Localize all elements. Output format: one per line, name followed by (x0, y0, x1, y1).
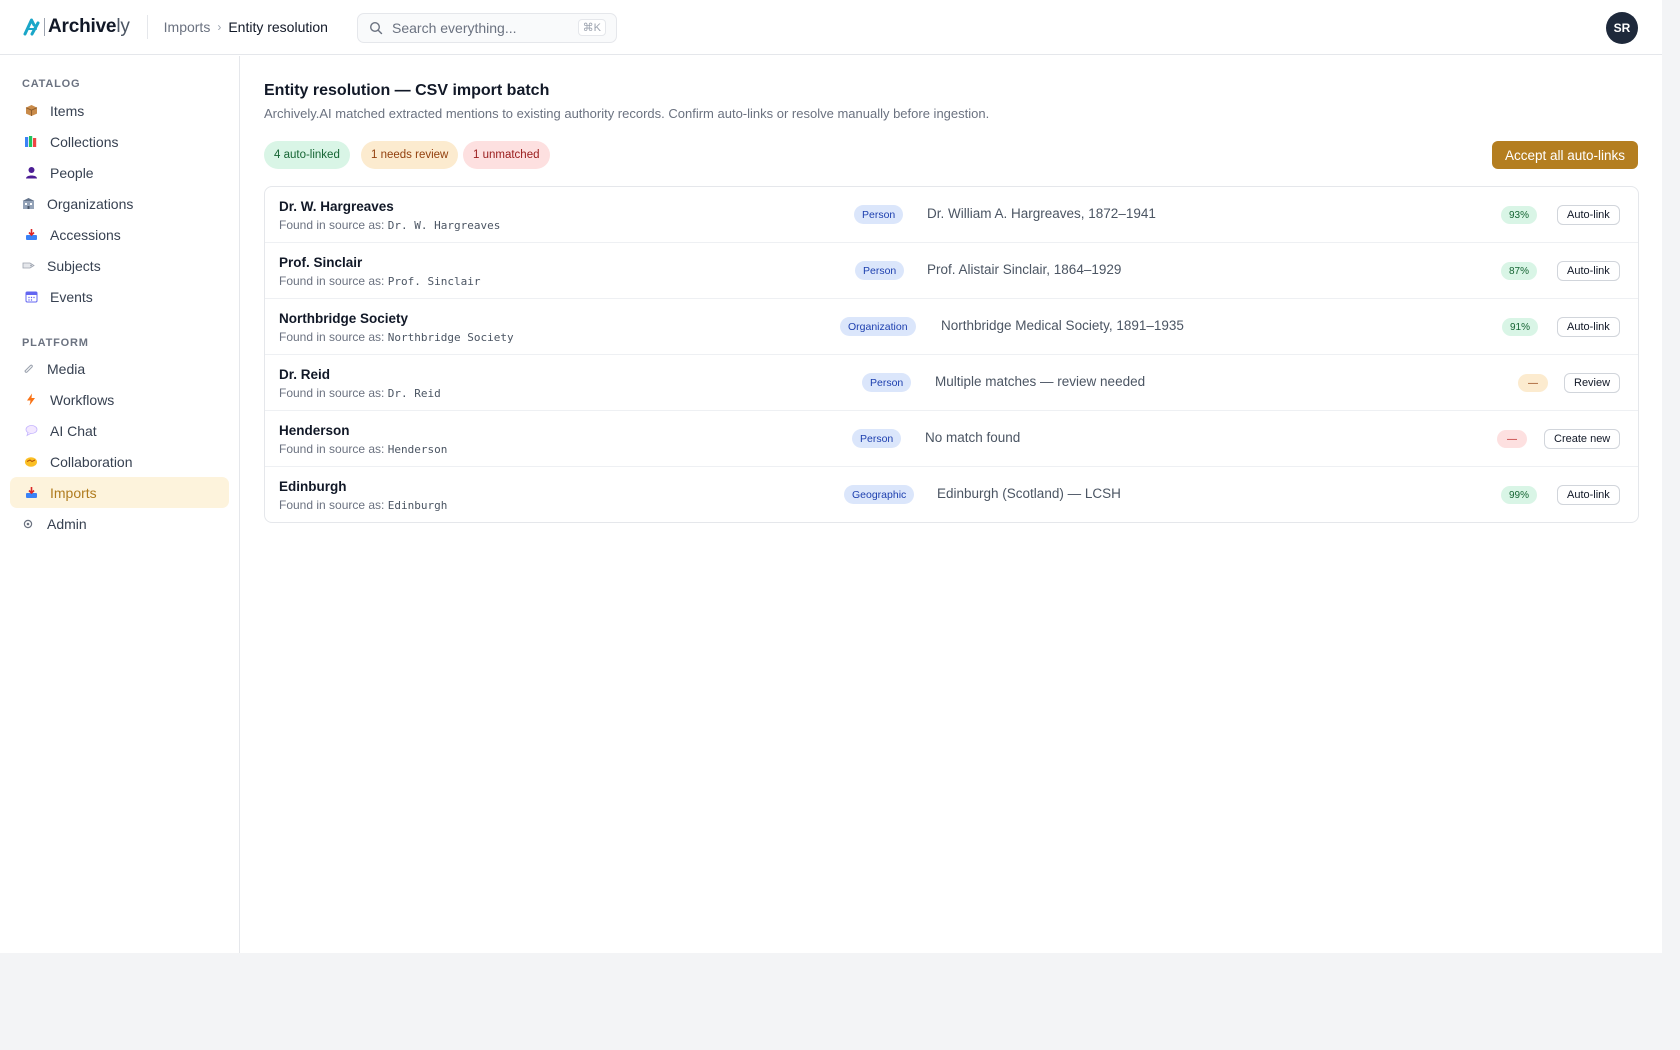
entity-source: Found in source as: Dr. Reid (279, 386, 441, 400)
confidence-badge: 93% (1501, 206, 1538, 224)
entity-name: Henderson (279, 423, 350, 438)
entity-row[interactable]: Northbridge Society Found in source as: … (265, 299, 1638, 355)
page-title: Entity resolution — CSV import batch (264, 82, 550, 99)
entity-source: Found in source as: Edinburgh (279, 498, 448, 512)
entity-row[interactable]: Dr. Reid Found in source as: Dr. Reid Pe… (265, 355, 1638, 411)
sidebar-section-catalog: CATALOG (22, 78, 81, 90)
search-input[interactable] (392, 20, 572, 36)
auto-link-button[interactable]: Auto-link (1557, 485, 1620, 505)
lightning-icon (24, 393, 38, 407)
logo[interactable]: Archively (22, 0, 130, 55)
paperclip-icon (21, 362, 35, 376)
entity-row[interactable]: Dr. W. Hargreaves Found in source as: Dr… (265, 187, 1638, 243)
auto-link-button[interactable]: Auto-link (1557, 261, 1620, 281)
person-icon (24, 166, 38, 180)
entity-source: Found in source as: Dr. W. Hargreaves (279, 218, 501, 232)
tag-icon (21, 259, 35, 273)
auto-link-button[interactable]: Auto-link (1557, 205, 1620, 225)
search-shortcut: ⌘K (577, 19, 606, 36)
search-icon (369, 21, 383, 35)
entity-list: Dr. W. Hargreaves Found in source as: Dr… (264, 186, 1639, 523)
matched-record[interactable]: Multiple matches — review needed (935, 374, 1145, 389)
inbox-tray-icon (24, 486, 38, 500)
confidence-badge: 91% (1502, 318, 1539, 336)
sidebar: CATALOG Items Collections People Organiz… (0, 56, 240, 953)
matched-record[interactable]: Prof. Alistair Sinclair, 1864–1929 (927, 262, 1121, 277)
avatar[interactable]: SR (1606, 12, 1638, 44)
breadcrumb-current: Entity resolution (228, 19, 328, 35)
breadcrumb-imports[interactable]: Imports (164, 19, 211, 35)
entity-row[interactable]: Edinburgh Found in source as: Edinburgh … (265, 467, 1638, 522)
sidebar-item-collections[interactable]: Collections (10, 126, 229, 157)
entity-name: Dr. W. Hargreaves (279, 199, 394, 214)
entity-row[interactable]: Henderson Found in source as: Henderson … (265, 411, 1638, 467)
confidence-badge: — (1518, 374, 1548, 392)
archively-logo-icon (22, 17, 42, 37)
breadcrumb: Imports › Entity resolution (164, 19, 328, 35)
auto-link-button[interactable]: Auto-link (1557, 317, 1620, 337)
logo-text: Archively (48, 16, 130, 37)
sidebar-item-subjects[interactable]: Subjects (10, 250, 229, 281)
auto-linked-badge[interactable]: 4 auto-linked (264, 141, 350, 169)
matched-record[interactable]: Dr. William A. Hargreaves, 1872–1941 (927, 206, 1156, 221)
speech-bubble-icon (24, 424, 38, 438)
package-icon (24, 104, 38, 118)
handshake-icon (24, 455, 38, 469)
sidebar-item-accessions[interactable]: Accessions (10, 219, 229, 250)
create-new-button[interactable]: Create new (1544, 429, 1621, 449)
review-button[interactable]: Review (1564, 373, 1621, 393)
entity-source: Found in source as: Henderson (279, 442, 448, 456)
app-window: Archively Imports › Entity resolution ⌘K… (0, 0, 1662, 953)
sidebar-item-workflows[interactable]: Workflows (10, 384, 229, 415)
sidebar-item-admin[interactable]: Admin (10, 508, 229, 539)
sidebar-section-platform: PLATFORM (22, 337, 89, 349)
entity-type-badge: Person (862, 373, 912, 392)
page-subtitle: Archively.AI matched extracted mentions … (264, 106, 990, 121)
sidebar-item-imports[interactable]: Imports (10, 477, 229, 508)
confidence-badge: — (1497, 430, 1527, 448)
unmatched-badge[interactable]: 1 unmatched (463, 141, 550, 169)
sidebar-item-people[interactable]: People (10, 157, 229, 188)
sidebar-item-events[interactable]: Events (10, 281, 229, 312)
sidebar-item-media[interactable]: Media (10, 353, 229, 384)
entity-name: Edinburgh (279, 479, 347, 494)
gear-icon (21, 517, 35, 531)
entity-type-badge: Person (854, 205, 904, 224)
matched-record[interactable]: Northbridge Medical Society, 1891–1935 (941, 318, 1184, 333)
sidebar-item-ai-chat[interactable]: AI Chat (10, 415, 229, 446)
sidebar-item-items[interactable]: Items (10, 95, 229, 126)
entity-type-badge: Person (852, 429, 902, 448)
logo-divider (44, 18, 45, 36)
entity-name: Dr. Reid (279, 367, 331, 382)
confidence-badge: 99% (1501, 486, 1538, 504)
matched-record[interactable]: No match found (925, 430, 1020, 445)
chevron-right-icon: › (217, 20, 222, 34)
matched-record[interactable]: Edinburgh (Scotland) — LCSH (937, 486, 1121, 501)
header-divider (146, 15, 148, 39)
sidebar-item-collaboration[interactable]: Collaboration (10, 446, 229, 477)
top-bar: Archively Imports › Entity resolution ⌘K… (0, 0, 1662, 55)
entity-name: Northbridge Society (279, 311, 409, 326)
accept-all-button[interactable]: Accept all auto-links (1492, 141, 1638, 169)
inbox-tray-icon (24, 228, 38, 242)
building-icon (21, 197, 35, 211)
confidence-badge: 87% (1501, 262, 1538, 280)
needs-review-badge[interactable]: 1 needs review (361, 141, 459, 169)
entity-type-badge: Organization (840, 317, 916, 336)
sidebar-item-organizations[interactable]: Organizations (10, 188, 229, 219)
entity-row[interactable]: Prof. Sinclair Found in source as: Prof.… (265, 243, 1638, 299)
entity-type-badge: Geographic (844, 485, 915, 504)
entity-name: Prof. Sinclair (279, 255, 363, 270)
books-icon (24, 135, 38, 149)
entity-source: Found in source as: Prof. Sinclair (279, 274, 481, 288)
calendar-icon (24, 290, 38, 304)
entity-source: Found in source as: Northbridge Society (279, 330, 514, 344)
entity-type-badge: Person (855, 261, 905, 280)
search-box[interactable]: ⌘K (357, 13, 617, 43)
